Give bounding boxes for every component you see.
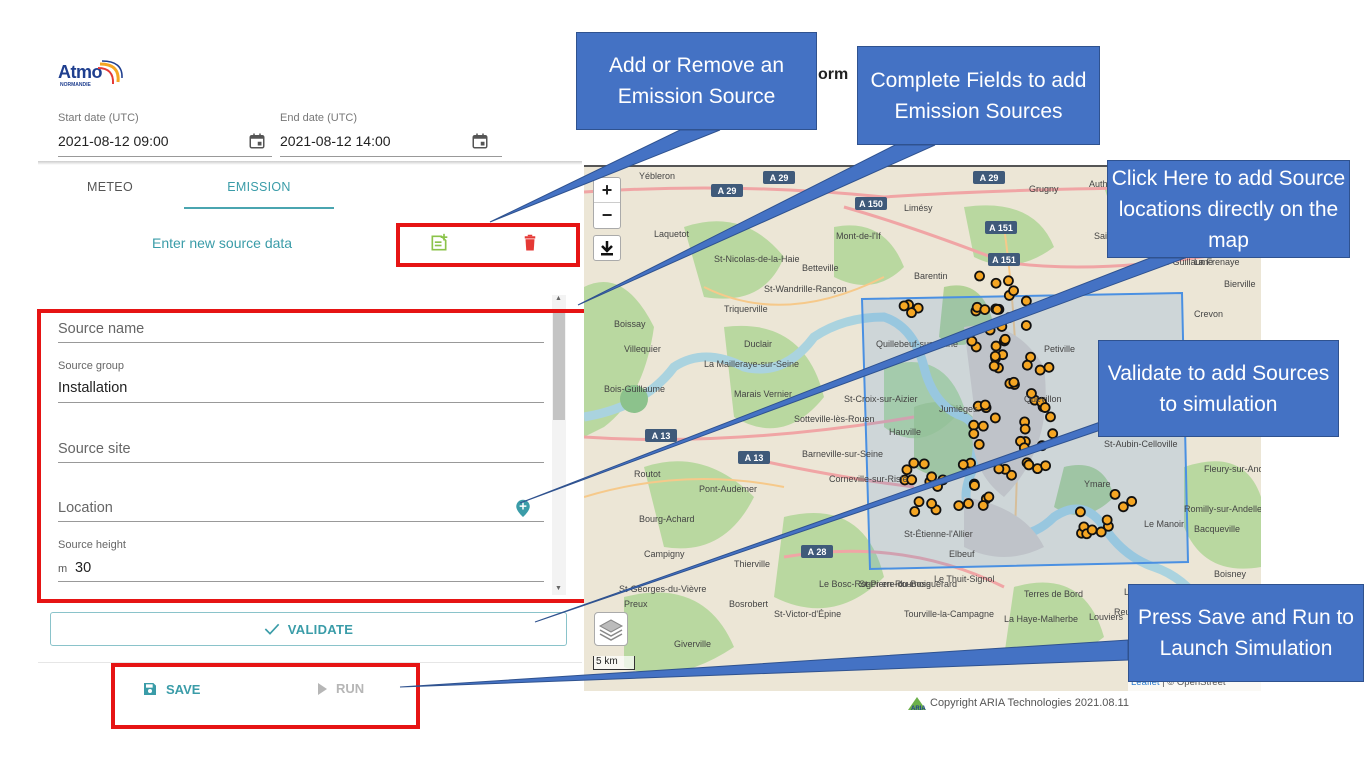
callout-click-here: Click Here to add Source locations direc… — [1107, 160, 1350, 258]
callout-save-run: Press Save and Run to Launch Simulation — [1128, 584, 1364, 682]
callout-add-remove: Add or Remove an Emission Source — [576, 32, 817, 130]
callout-complete-fields: Complete Fields to add Emission Sources — [857, 46, 1100, 145]
callout-validate: Validate to add Sources to simulation — [1098, 340, 1339, 437]
